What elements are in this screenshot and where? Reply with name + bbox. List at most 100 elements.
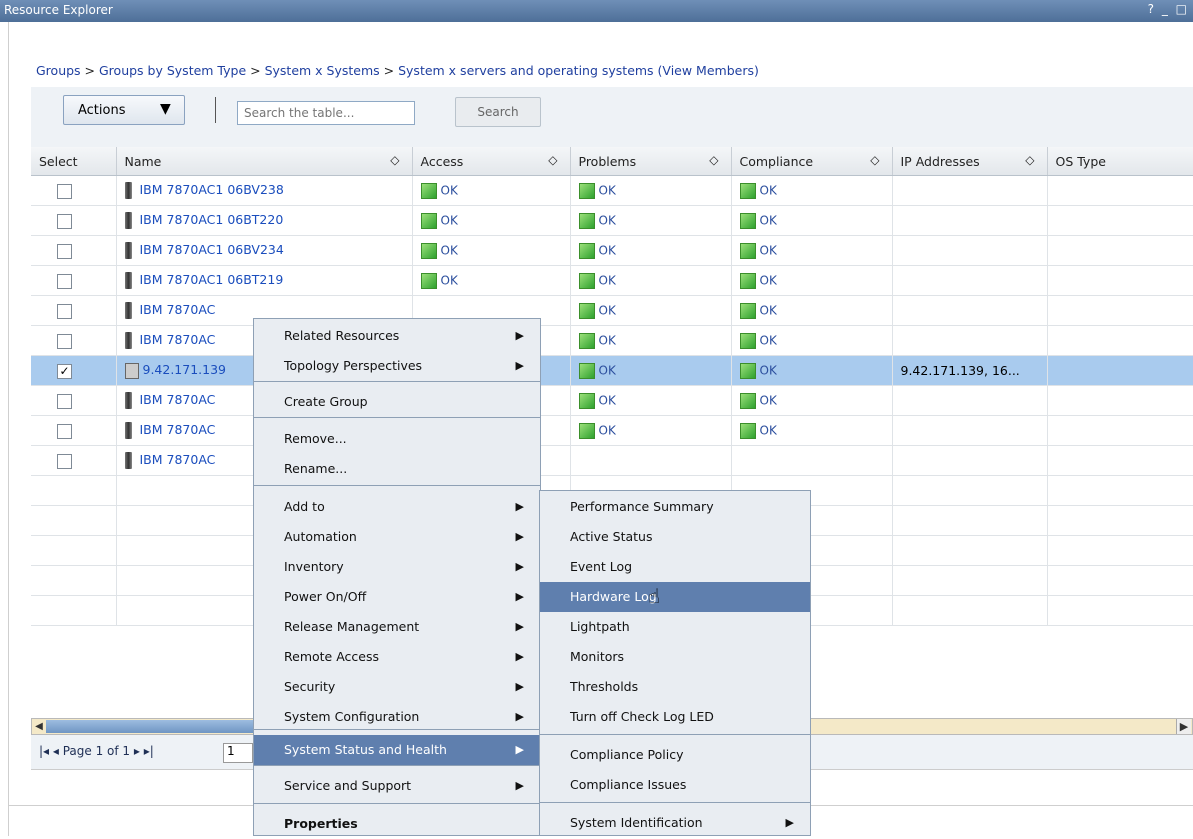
resource-name-link[interactable]: IBM 7870AC1 06BV234 [140, 242, 284, 257]
compliance-status[interactable]: OK [760, 334, 777, 348]
compliance-status[interactable]: OK [760, 244, 777, 258]
menu-item-inventory[interactable]: Inventory ▶ [254, 552, 540, 582]
menu-item-remote-access[interactable]: Remote Access ▶ [254, 642, 540, 672]
table-row[interactable]: IBM 7870AC OK OK [31, 415, 1193, 446]
problems-status[interactable]: OK [599, 274, 616, 288]
menu-item-system-configuration[interactable]: System Configuration ▶ [254, 702, 540, 732]
menu-item-add-to[interactable]: Add to ▶ [254, 492, 540, 522]
table-row[interactable]: IBM 7870AC OK OK [31, 325, 1193, 356]
search-input[interactable] [237, 101, 415, 125]
resource-name-link[interactable]: IBM 7870AC [140, 392, 216, 407]
menu-item-related-resources[interactable]: Related Resources ▶ [254, 321, 540, 351]
table-row[interactable]: IBM 7870AC [31, 445, 1193, 476]
menu-item-remove[interactable]: Remove... [254, 424, 540, 454]
table-row[interactable]: IBM 7870AC OK OK [31, 385, 1193, 416]
sort-icon[interactable]: ◇ [390, 153, 399, 167]
column-header-access[interactable]: Access ◇ [412, 147, 571, 176]
row-checkbox[interactable]: ✓ [57, 363, 72, 379]
menu-item-release-management[interactable]: Release Management ▶ [254, 612, 540, 642]
page-navigation[interactable]: |◂ ◂ Page 1 of 1 ▸ ▸| [39, 744, 154, 758]
table-row[interactable]: IBM 7870AC OK OK [31, 295, 1193, 326]
column-header-select[interactable]: Select [31, 147, 117, 176]
resource-name-link[interactable]: IBM 7870AC [140, 332, 216, 347]
page-number-input[interactable]: 1 [223, 743, 253, 763]
window-controls[interactable]: ? _ □ [1148, 2, 1189, 16]
submenu-item-compliance-issues[interactable]: Compliance Issues [540, 770, 810, 800]
submenu-item-monitors[interactable]: Monitors [540, 642, 810, 672]
actions-dropdown-button[interactable]: Actions ▼ [63, 95, 185, 125]
menu-item-system-status-and-health[interactable]: System Status and Health ▶ [254, 735, 540, 765]
submenu-item-event-log[interactable]: Event Log [540, 552, 810, 582]
sort-icon[interactable]: ◇ [709, 153, 718, 167]
column-header-os-type[interactable]: OS Type [1047, 147, 1193, 176]
column-header-compliance[interactable]: Compliance ◇ [731, 147, 893, 176]
problems-status[interactable]: OK [599, 214, 616, 228]
problems-status[interactable]: OK [599, 304, 616, 318]
submenu-item-active-status[interactable]: Active Status [540, 522, 810, 552]
problems-status[interactable]: OK [599, 394, 616, 408]
table-row[interactable]: IBM 7870AC1 06BT220 OK OK OK [31, 205, 1193, 236]
resource-name-link[interactable]: IBM 7870AC [140, 452, 216, 467]
submenu-item-system-identification[interactable]: System Identification ▶ [540, 808, 810, 838]
problems-status[interactable]: OK [599, 244, 616, 258]
breadcrumb-item-groups-by-system-type[interactable]: Groups by System Type [99, 63, 246, 78]
compliance-status[interactable]: OK [760, 424, 777, 438]
scroll-right-icon[interactable]: ▶ [1176, 719, 1191, 734]
submenu-item-hardware-log[interactable]: Hardware Log [540, 582, 810, 612]
compliance-status[interactable]: OK [760, 364, 777, 378]
compliance-status[interactable]: OK [760, 184, 777, 198]
submenu-item-lightpath[interactable]: Lightpath [540, 612, 810, 642]
menu-item-service-and-support[interactable]: Service and Support ▶ [254, 771, 540, 801]
problems-status[interactable]: OK [599, 424, 616, 438]
table-row[interactable]: IBM 7870AC1 06BT219 OK OK OK [31, 265, 1193, 296]
problems-status[interactable]: OK [599, 184, 616, 198]
row-checkbox[interactable] [57, 213, 72, 229]
submenu-item-turn-off-check-log-led[interactable]: Turn off Check Log LED [540, 702, 810, 732]
submenu-item-performance-summary[interactable]: Performance Summary [540, 492, 810, 522]
row-checkbox[interactable] [57, 243, 72, 259]
resource-name-link[interactable]: IBM 7870AC1 06BT220 [140, 212, 284, 227]
table-row[interactable]: IBM 7870AC1 06BV234 OK OK OK [31, 235, 1193, 266]
table-row[interactable]: IBM 7870AC1 06BV238 OK OK OK [31, 175, 1193, 206]
problems-status[interactable]: OK [599, 364, 616, 378]
menu-item-properties[interactable]: Properties [254, 809, 540, 839]
submenu-item-thresholds[interactable]: Thresholds [540, 672, 810, 702]
submenu-item-compliance-policy[interactable]: Compliance Policy [540, 740, 810, 770]
search-button[interactable]: Search [455, 97, 541, 127]
resource-name-link[interactable]: IBM 7870AC [140, 302, 216, 317]
breadcrumb-item-system-x-systems[interactable]: System x Systems [265, 63, 380, 78]
menu-item-automation[interactable]: Automation ▶ [254, 522, 540, 552]
menu-item-rename[interactable]: Rename... [254, 454, 540, 484]
row-checkbox[interactable] [57, 303, 72, 319]
breadcrumb-item-groups[interactable]: Groups [36, 63, 81, 78]
column-header-ip-addresses[interactable]: IP Addresses ◇ [892, 147, 1048, 176]
access-status[interactable]: OK [441, 184, 458, 198]
scrollbar-thumb[interactable] [46, 720, 286, 733]
menu-item-topology-perspectives[interactable]: Topology Perspectives ▶ [254, 351, 540, 381]
access-status[interactable]: OK [441, 244, 458, 258]
row-checkbox[interactable] [57, 183, 72, 199]
table-row[interactable]: ✓ 9.42.171.139 OK OK 9.42.171.139, 16... [31, 355, 1193, 386]
row-checkbox[interactable] [57, 393, 72, 409]
resource-name-link[interactable]: IBM 7870AC1 06BV238 [140, 182, 284, 197]
menu-item-power-on-off[interactable]: Power On/Off ▶ [254, 582, 540, 612]
row-checkbox[interactable] [57, 273, 72, 289]
compliance-status[interactable]: OK [760, 304, 777, 318]
sort-icon[interactable]: ◇ [1025, 153, 1034, 167]
problems-status[interactable]: OK [599, 334, 616, 348]
row-checkbox[interactable] [57, 333, 72, 349]
access-status[interactable]: OK [441, 214, 458, 228]
menu-item-create-group[interactable]: Create Group [254, 387, 540, 417]
compliance-status[interactable]: OK [760, 274, 777, 288]
sort-icon[interactable]: ◇ [870, 153, 879, 167]
scroll-left-icon[interactable]: ◀ [33, 719, 45, 734]
sort-icon[interactable]: ◇ [548, 153, 557, 167]
resource-name-link[interactable]: 9.42.171.139 [143, 362, 227, 377]
column-header-name[interactable]: Name ◇ [116, 147, 413, 176]
access-status[interactable]: OK [441, 274, 458, 288]
resource-name-link[interactable]: IBM 7870AC [140, 422, 216, 437]
menu-item-security[interactable]: Security ▶ [254, 672, 540, 702]
row-checkbox[interactable] [57, 423, 72, 439]
column-header-problems[interactable]: Problems ◇ [570, 147, 732, 176]
compliance-status[interactable]: OK [760, 394, 777, 408]
